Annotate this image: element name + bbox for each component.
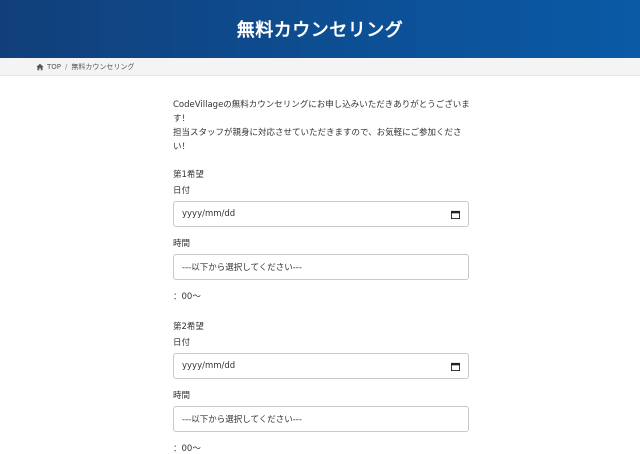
breadcrumb-current: 無料カウンセリング bbox=[71, 62, 135, 71]
first-choice-date-placeholder: yyyy/mm/dd bbox=[182, 209, 236, 219]
first-choice-title: 第1希望 bbox=[173, 170, 204, 180]
second-choice-title: 第2希望 bbox=[173, 322, 204, 332]
second-choice-time-label: 時間 bbox=[173, 391, 191, 401]
second-choice-date-label: 日付 bbox=[173, 338, 191, 348]
page-title: 無料カウンセリング bbox=[236, 20, 404, 41]
second-choice-time-value: ---以下から選択してください--- bbox=[182, 415, 302, 425]
breadcrumb-separator: / bbox=[65, 62, 68, 71]
counseling-form: CodeVillageの無料カウンセリングにお申し込みいただきありがとうございま… bbox=[173, 98, 473, 454]
first-choice-time-label: 時間 bbox=[173, 239, 191, 249]
home-icon[interactable] bbox=[36, 63, 44, 71]
intro-line-1: CodeVillageの無料カウンセリングにお申し込みいただきありがとうございま… bbox=[173, 100, 470, 124]
second-choice-time-suffix: ：00〜 bbox=[173, 444, 201, 454]
first-choice-date-label: 日付 bbox=[173, 186, 191, 196]
first-choice-time-value: ---以下から選択してください--- bbox=[182, 263, 302, 273]
first-choice-section: 第1希望 日付 yyyy/mm/dd 時間 ---以下から選択してください---… bbox=[173, 168, 473, 302]
page-header: 無料カウンセリング bbox=[0, 0, 640, 58]
second-choice-date-input[interactable]: yyyy/mm/dd bbox=[173, 353, 469, 379]
intro-line-2: 担当スタッフが親身に対応させていただきますので、お気軽にご参加ください！ bbox=[173, 128, 462, 152]
second-choice-section: 第2希望 日付 yyyy/mm/dd 時間 ---以下から選択してください---… bbox=[173, 320, 473, 454]
breadcrumb: TOP / 無料カウンセリング bbox=[0, 58, 640, 76]
second-choice-date-placeholder: yyyy/mm/dd bbox=[182, 361, 236, 371]
first-choice-time-select[interactable]: ---以下から選択してください--- bbox=[173, 254, 469, 280]
second-choice-time-select[interactable]: ---以下から選択してください--- bbox=[173, 406, 469, 432]
breadcrumb-home-link[interactable]: TOP bbox=[47, 63, 61, 71]
calendar-icon[interactable] bbox=[451, 210, 460, 219]
first-choice-date-input[interactable]: yyyy/mm/dd bbox=[173, 201, 469, 227]
calendar-icon[interactable] bbox=[451, 362, 460, 371]
first-choice-time-suffix: ：00〜 bbox=[173, 292, 201, 302]
